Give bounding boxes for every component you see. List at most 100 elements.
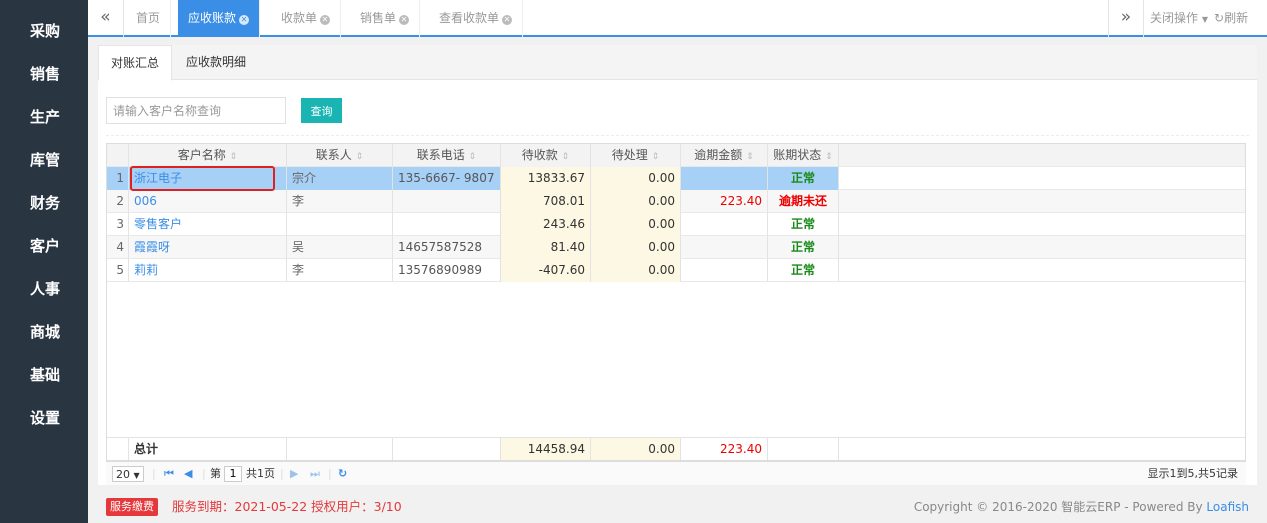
refresh-label: 刷新 [1224,11,1249,25]
footer-status [768,438,839,460]
footer-pending-total: 0.00 [591,438,681,460]
customer-name-link[interactable]: 莉莉 [129,259,287,282]
tab-home[interactable]: 首页 [126,0,172,37]
sort-icon: ⇕ [229,152,238,162]
tab-sales-order[interactable]: 销售单 ✕ [350,0,421,37]
footer-receivable-total: 14458.94 [501,438,591,460]
header-status[interactable]: 账期状态 ⇕ [768,144,839,167]
header-filler [839,144,1245,167]
subtab-detail[interactable]: 应收款明细 [174,45,258,81]
scroll-left-icon[interactable]: « [88,0,124,37]
header-label: 联系电话 [416,148,465,162]
contact-cell: 吴 [287,236,393,259]
phone-cell [393,190,501,213]
subtab-summary[interactable]: 对账汇总 [98,45,173,81]
header-label: 待收款 [521,148,558,162]
sort-icon: ⇕ [746,152,754,162]
table-row[interactable]: 5 莉莉 李 13576890989 -407.60 0.00 正常 [107,259,1245,282]
page-prefix: 第 [210,467,221,480]
header-receivable[interactable]: 待收款 ⇕ [501,144,591,167]
phone-cell: 13576890989 [393,259,501,282]
close-operations-dropdown[interactable]: 关闭操作 ▼ [1150,0,1208,37]
sidebar-item-production[interactable]: 生产 [0,96,88,139]
sidebar-item-finance[interactable]: 财务 [0,182,88,225]
sidebar-item-customers[interactable]: 客户 [0,225,88,268]
page-size-select[interactable]: 20 ▼ [112,466,144,482]
row-index: 3 [107,213,129,236]
header-pending[interactable]: 待处理 ⇕ [591,144,681,167]
last-page-icon[interactable]: ⏭ [310,466,320,482]
header-label: 联系人 [315,148,352,162]
caret-down-icon: ▼ [133,471,140,480]
reload-icon[interactable]: ↻ [338,466,347,482]
row-filler [839,167,1245,190]
header-overdue[interactable]: 逾期金额 ⇕ [681,144,768,167]
overdue-cell: 223.40 [681,190,768,213]
next-page-icon[interactable]: ▶ [290,466,298,482]
header-name[interactable]: 客户名称 ⇕ [129,144,287,167]
table-row[interactable]: 2 006 李 708.01 0.00 223.40 逾期未还 [107,190,1245,213]
tab-view-receipt[interactable]: 查看收款单 ✕ [429,0,524,37]
page-number-input[interactable] [224,466,242,482]
tab-label: 首页 [136,11,161,25]
header-phone[interactable]: 联系电话 ⇕ [393,144,501,167]
sidebar-item-hr[interactable]: 人事 [0,268,88,311]
close-circle-icon[interactable]: ✕ [239,15,250,25]
pending-cell: 0.00 [591,213,681,236]
tab-label: 销售单 [360,11,397,25]
scroll-right-icon[interactable]: » [1108,0,1144,37]
customer-name-link[interactable]: 006 [129,190,287,213]
tab-receivables[interactable]: 应收账款 ✕ [178,0,261,37]
copyright: Copyright © 2016-2020 智能云ERP - Powered B… [914,496,1249,518]
sidebar-item-basics[interactable]: 基础 [0,354,88,397]
customer-search-input[interactable] [106,97,286,124]
main-area: « 首页 应收账款 ✕ 收款单 ✕ 销售单 ✕ 查看收款单 ✕ » 关闭操作 ▼ ↻刷新… [88,0,1267,523]
header-label: 待处理 [611,148,648,162]
refresh-button[interactable]: ↻刷新 [1214,0,1248,37]
query-button[interactable]: 查询 [301,98,342,123]
table-row[interactable]: 3 零售客户 243.46 0.00 正常 [107,213,1245,236]
table-row[interactable]: 4 霞霞呀 吴 14657587528 81.40 0.00 正常 [107,236,1245,259]
contact-cell: 宗介 [287,167,393,190]
table-row[interactable]: 1 浙江电子 宗介 135-6667- 9807 13833.67 0.00 正… [107,167,1245,190]
close-ops-label: 关闭操作 [1150,11,1199,25]
footer-phone [393,438,501,460]
overdue-cell [681,167,768,190]
receivable-cell: -407.60 [501,259,591,282]
first-page-icon[interactable]: ⏮ [164,466,174,482]
service-fee-button[interactable]: 服务缴费 [106,498,158,516]
customer-name-link[interactable]: 霞霞呀 [129,236,287,259]
total-pages: 共1页 [246,467,275,480]
row-index: 4 [107,236,129,259]
sort-icon: ⇕ [468,152,477,162]
tab-label: 应收账款 [188,11,237,25]
close-circle-icon[interactable]: ✕ [320,15,331,25]
header-contact[interactable]: 联系人 ⇕ [287,144,393,167]
tab-receipt[interactable]: 收款单 ✕ [271,0,342,37]
footer-contact [287,438,393,460]
sidebar-item-purchase[interactable]: 采购 [0,10,88,53]
close-circle-icon[interactable]: ✕ [399,15,410,25]
customer-name-link[interactable]: 零售客户 [129,213,287,236]
row-filler [839,236,1245,259]
customer-name-link[interactable]: 浙江电子 [129,167,287,190]
sidebar-item-inventory[interactable]: 库管 [0,139,88,182]
header-label: 账期状态 [773,148,822,162]
close-circle-icon[interactable]: ✕ [502,15,513,25]
row-filler [839,259,1245,282]
status-badge: 正常 [768,259,839,282]
row-index: 5 [107,259,129,282]
row-index: 2 [107,190,129,213]
overdue-cell [681,213,768,236]
sub-tabs: 对账汇总 应收款明细 [98,45,1257,81]
sidebar-item-mall[interactable]: 商城 [0,311,88,354]
content-panel: 对账汇总 应收款明细 查询 客户名称 ⇕ 联系人 ⇕ 联系电话 ⇕ 待收款 ⇕ … [98,45,1257,485]
sidebar-item-settings[interactable]: 设置 [0,397,88,440]
overdue-cell [681,236,768,259]
record-summary: 显示1到5,共5记录 [1147,467,1239,480]
pager-divider: | [280,467,284,480]
tab-bar: « 首页 应收账款 ✕ 收款单 ✕ 销售单 ✕ 查看收款单 ✕ » 关闭操作 ▼ ↻刷新 [88,0,1267,37]
brand-link[interactable]: Loafish [1206,500,1249,514]
sidebar-item-sales[interactable]: 销售 [0,53,88,96]
prev-page-icon[interactable]: ◀ [184,466,192,482]
